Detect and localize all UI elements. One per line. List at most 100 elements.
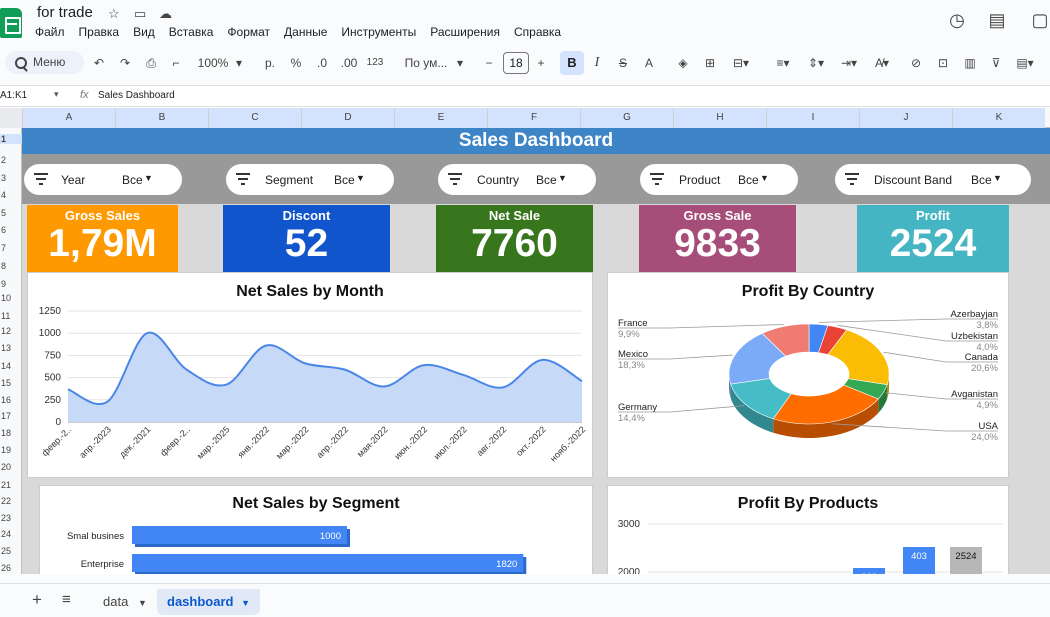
redo-icon[interactable]: ↷ bbox=[118, 53, 132, 73]
font-size-decrease-button[interactable]: − bbox=[483, 53, 495, 73]
name-box-chevron-icon[interactable]: ▾ bbox=[54, 89, 59, 100]
filter-segment[interactable]: Segment Все ▼ bbox=[226, 164, 394, 195]
row-header[interactable]: 15 bbox=[0, 378, 22, 388]
row-header[interactable]: 9 bbox=[0, 279, 22, 289]
cloud-status-icon[interactable]: ☁ bbox=[159, 6, 172, 22]
row-header[interactable]: 12 bbox=[0, 326, 22, 336]
row-header[interactable]: 26 bbox=[0, 563, 22, 573]
meet-icon[interactable]: ▢ bbox=[1030, 10, 1050, 30]
vertical-align-icon[interactable]: ⇕▾ bbox=[803, 53, 829, 73]
row-header[interactable]: 18 bbox=[0, 428, 22, 438]
chart-profit-by-products[interactable]: Profit By Products 2000 3000 262 403 2524 bbox=[607, 485, 1009, 574]
row-header[interactable]: 14 bbox=[0, 361, 22, 371]
column-header-h[interactable]: H bbox=[673, 108, 766, 128]
row-header[interactable]: 7 bbox=[0, 243, 22, 253]
row-header[interactable]: 20 bbox=[0, 462, 22, 472]
row-header[interactable]: 23 bbox=[0, 513, 22, 523]
menu-format[interactable]: Формат bbox=[227, 25, 270, 39]
column-header-b[interactable]: B bbox=[115, 108, 208, 128]
merge-cells-icon[interactable]: ⊟▾ bbox=[728, 53, 754, 73]
menu-help[interactable]: Справка bbox=[514, 25, 561, 39]
chart-profit-by-country[interactable]: Profit By Country Azerbayjan 3,8% Uzbekist… bbox=[607, 272, 1009, 478]
print-icon[interactable]: ⎙ bbox=[143, 53, 159, 73]
font-size-input[interactable]: 18 bbox=[503, 52, 529, 74]
select-all-corner[interactable] bbox=[0, 108, 22, 128]
text-color-button[interactable]: A bbox=[642, 53, 656, 73]
undo-icon[interactable]: ↶ bbox=[92, 53, 106, 73]
insert-comment-icon[interactable]: ⊡ bbox=[935, 53, 951, 73]
menu-tools[interactable]: Инструменты bbox=[341, 25, 416, 39]
column-header-i[interactable]: I bbox=[766, 108, 859, 128]
column-header-d[interactable]: D bbox=[301, 108, 394, 128]
dashboard-title[interactable]: Sales Dashboard bbox=[22, 128, 1050, 154]
filter-country[interactable]: Country Все ▼ bbox=[438, 164, 596, 195]
menu-edit[interactable]: Правка bbox=[79, 25, 120, 39]
row-header[interactable]: 17 bbox=[0, 411, 22, 421]
row-header[interactable]: 21 bbox=[0, 480, 22, 490]
sheets-logo-icon[interactable] bbox=[0, 8, 22, 38]
column-header-c[interactable]: C bbox=[208, 108, 301, 128]
currency-format-button[interactable]: р. bbox=[263, 53, 277, 73]
row-header[interactable]: 19 bbox=[0, 445, 22, 455]
column-header-j[interactable]: J bbox=[859, 108, 952, 128]
menu-file[interactable]: Файл bbox=[35, 25, 65, 39]
column-header-a[interactable]: A bbox=[22, 108, 115, 128]
add-sheet-icon[interactable]: + bbox=[22, 587, 52, 613]
italic-button[interactable]: I bbox=[590, 53, 604, 73]
horizontal-align-icon[interactable]: ≡▾ bbox=[770, 53, 796, 73]
font-chevron-icon[interactable]: ▾ bbox=[455, 53, 465, 73]
row-header[interactable]: 6 bbox=[0, 225, 22, 235]
filter-discount-band[interactable]: Discount Band Все ▼ bbox=[835, 164, 1031, 195]
column-header-f[interactable]: F bbox=[487, 108, 580, 128]
row-header[interactable]: 11 bbox=[0, 311, 22, 321]
row-header[interactable]: 13 bbox=[0, 343, 22, 353]
font-size-increase-button[interactable]: + bbox=[535, 53, 547, 73]
menu-insert[interactable]: Вставка bbox=[169, 25, 214, 39]
strikethrough-button[interactable]: S bbox=[616, 53, 630, 73]
zoom-chevron-icon[interactable]: ▾ bbox=[234, 53, 244, 73]
row-header[interactable]: 22 bbox=[0, 496, 22, 506]
row-header[interactable]: 10 bbox=[0, 293, 22, 303]
menu-extensions[interactable]: Расширения bbox=[430, 25, 500, 39]
column-header-e[interactable]: E bbox=[394, 108, 487, 128]
row-header[interactable]: 8 bbox=[0, 261, 22, 271]
chart-net-sales-by-segment[interactable]: Net Sales by Segment Smal busines 1000 Ent… bbox=[39, 485, 593, 574]
all-sheets-icon[interactable]: ≡ bbox=[52, 587, 81, 613]
number-format-button[interactable]: 123 bbox=[366, 53, 384, 73]
decrease-decimal-button[interactable]: .0 bbox=[313, 53, 331, 73]
zoom-select[interactable]: 100% bbox=[196, 53, 230, 73]
star-icon[interactable]: ☆ bbox=[108, 6, 120, 22]
insert-link-icon[interactable]: ⊘ bbox=[908, 53, 924, 73]
filter-year[interactable]: Year Все ▼ bbox=[24, 164, 182, 195]
filter-product[interactable]: Product Все ▼ bbox=[640, 164, 798, 195]
row-header[interactable]: 3 bbox=[0, 173, 22, 183]
row-header[interactable]: 24 bbox=[0, 529, 22, 539]
bold-button[interactable]: B bbox=[560, 51, 584, 75]
move-folder-icon[interactable]: ▭ bbox=[134, 6, 146, 22]
row-header[interactable]: 25 bbox=[0, 546, 22, 556]
document-title[interactable]: for trade bbox=[37, 4, 93, 21]
filter-views-icon[interactable]: ▤▾ bbox=[1012, 53, 1038, 73]
menu-view[interactable]: Вид bbox=[133, 25, 155, 39]
row-header[interactable]: 16 bbox=[0, 395, 22, 405]
text-wrap-icon[interactable]: ⇥▾ bbox=[836, 53, 862, 73]
formula-input[interactable]: Sales Dashboard bbox=[98, 90, 175, 101]
text-rotation-icon[interactable]: A̸▾ bbox=[869, 53, 895, 73]
percent-format-button[interactable]: % bbox=[289, 53, 303, 73]
row-header[interactable]: 5 bbox=[0, 208, 22, 218]
paint-format-icon[interactable]: ⌐ bbox=[169, 53, 183, 73]
insert-chart-icon[interactable]: ▥ bbox=[962, 53, 978, 73]
borders-icon[interactable]: ⊞ bbox=[702, 53, 718, 73]
row-header[interactable]: 4 bbox=[0, 190, 22, 200]
sheet-tab-dashboard[interactable]: dashboard ▼ bbox=[157, 589, 261, 615]
font-select[interactable]: По ум... bbox=[402, 53, 450, 73]
row-header[interactable]: 2 bbox=[0, 155, 22, 165]
comments-icon[interactable]: ▤ bbox=[987, 10, 1007, 30]
increase-decimal-button[interactable]: .00 bbox=[339, 53, 359, 73]
sheet-tab-data[interactable]: data ▼ bbox=[93, 589, 157, 615]
name-box[interactable]: A1:K1 bbox=[0, 90, 27, 101]
row-header[interactable]: 1 bbox=[0, 134, 22, 144]
fill-color-icon[interactable]: ◈ bbox=[675, 53, 691, 73]
column-header-k[interactable]: K bbox=[952, 108, 1045, 128]
sheet-grid[interactable]: Sales Dashboard Year Все ▼ Segment Все ▼… bbox=[22, 128, 1050, 574]
